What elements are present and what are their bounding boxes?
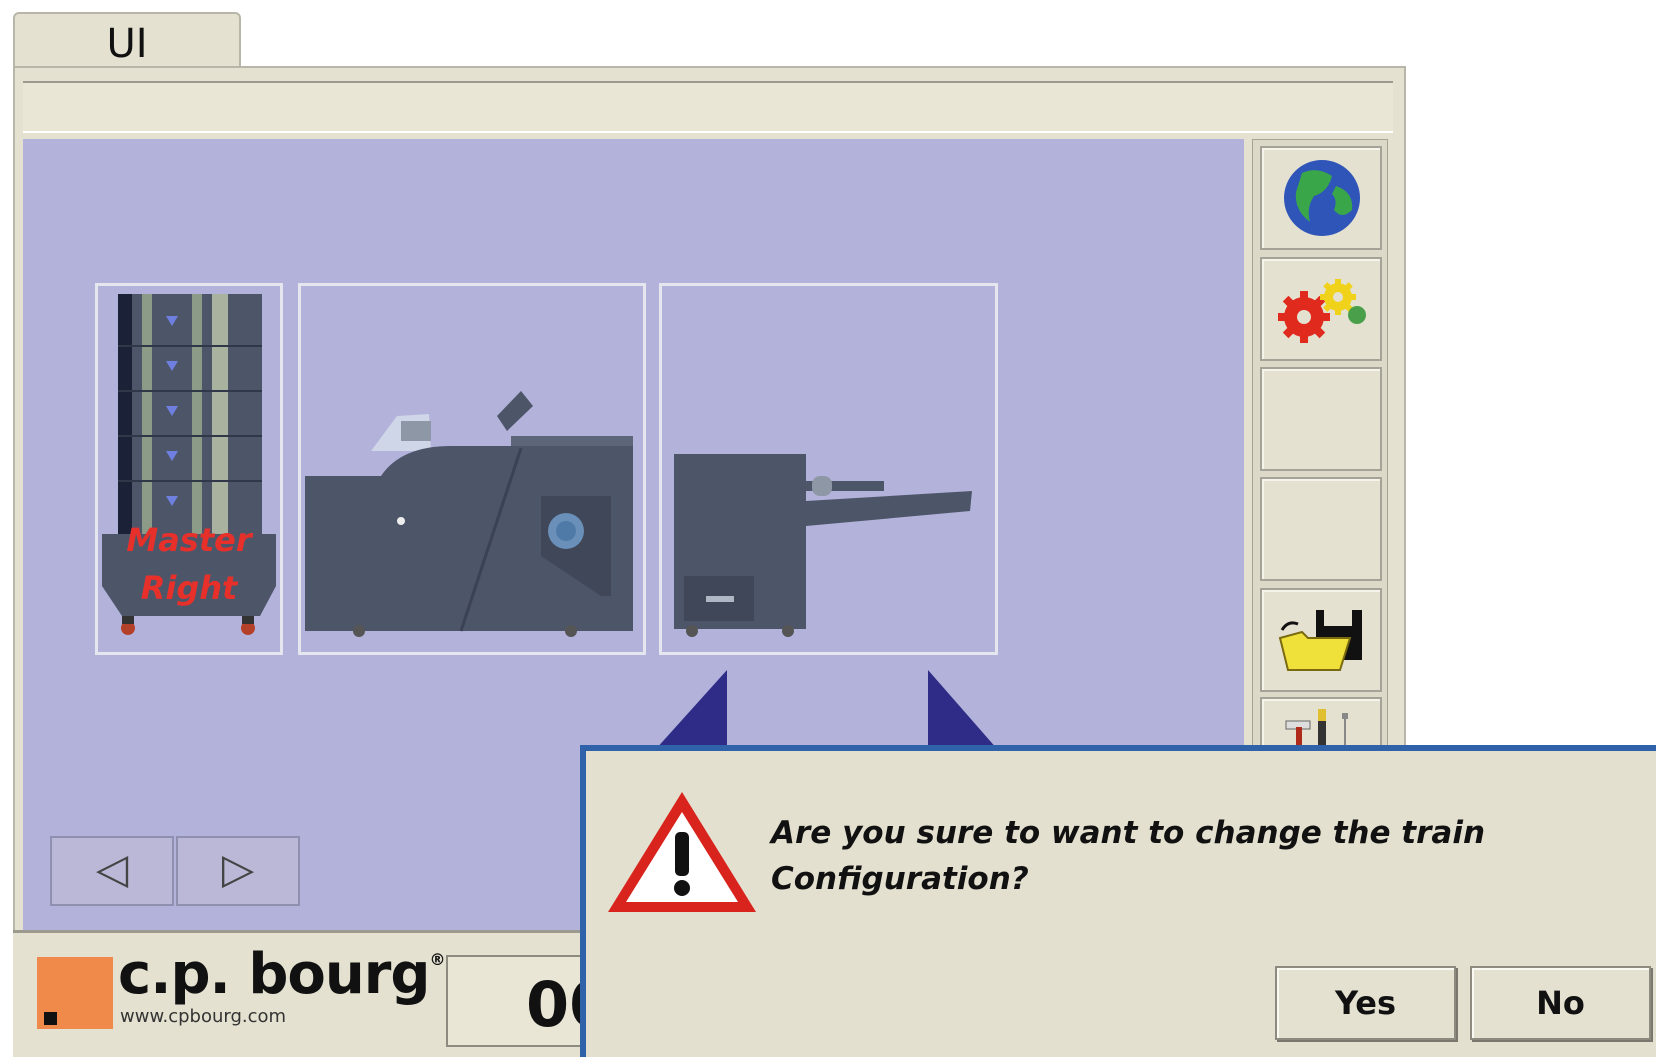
trimmer-image (674, 454, 972, 637)
logo-wordmark: c.p. bourg® (118, 942, 445, 1007)
booklet-maker-image (305, 391, 633, 637)
scroll-left-button[interactable]: ◁ (50, 836, 174, 906)
tools-icon (1285, 709, 1348, 747)
module-trimmer[interactable] (659, 283, 998, 655)
logo-dot (44, 1012, 57, 1025)
logo-trademark: ® (429, 950, 445, 969)
toolbar-empty-button-2[interactable] (1260, 477, 1382, 581)
toolbar-empty-button-1[interactable] (1260, 367, 1382, 471)
module-feeder-tower[interactable]: Master Right (95, 283, 283, 655)
language-button[interactable] (1260, 146, 1382, 250)
globe-icon (1284, 160, 1360, 236)
module-label-line1: Master (126, 521, 252, 559)
dialog-message-line2: Configuration? (771, 861, 1029, 897)
settings-button[interactable] (1260, 257, 1382, 361)
arrow-right-icon: ▷ (221, 844, 255, 893)
module-label-line2: Right (140, 569, 238, 607)
folder-disk-icon (1278, 610, 1362, 671)
left-drop-arrow-icon (655, 670, 727, 750)
gears-icon (1278, 279, 1366, 343)
right-drop-arrow-icon (928, 670, 998, 750)
no-button[interactable]: No (1470, 966, 1651, 1040)
yes-button[interactable]: Yes (1275, 966, 1456, 1040)
dialog-message: Are you sure to want to change the train… (771, 810, 1551, 902)
load-save-button[interactable] (1260, 588, 1382, 692)
status-bar (23, 81, 1393, 133)
logo-url: www.cpbourg.com (120, 1006, 287, 1027)
arrow-left-icon: ◁ (95, 844, 129, 893)
scroll-right-button[interactable]: ▷ (176, 836, 300, 906)
module-booklet-maker[interactable] (298, 283, 646, 655)
logo-name: c.p. bourg (118, 942, 430, 1007)
dialog-message-line1: Are you sure to want to change the train (771, 815, 1486, 851)
tab-ui[interactable]: UI (13, 12, 241, 72)
warning-icon (608, 792, 756, 912)
